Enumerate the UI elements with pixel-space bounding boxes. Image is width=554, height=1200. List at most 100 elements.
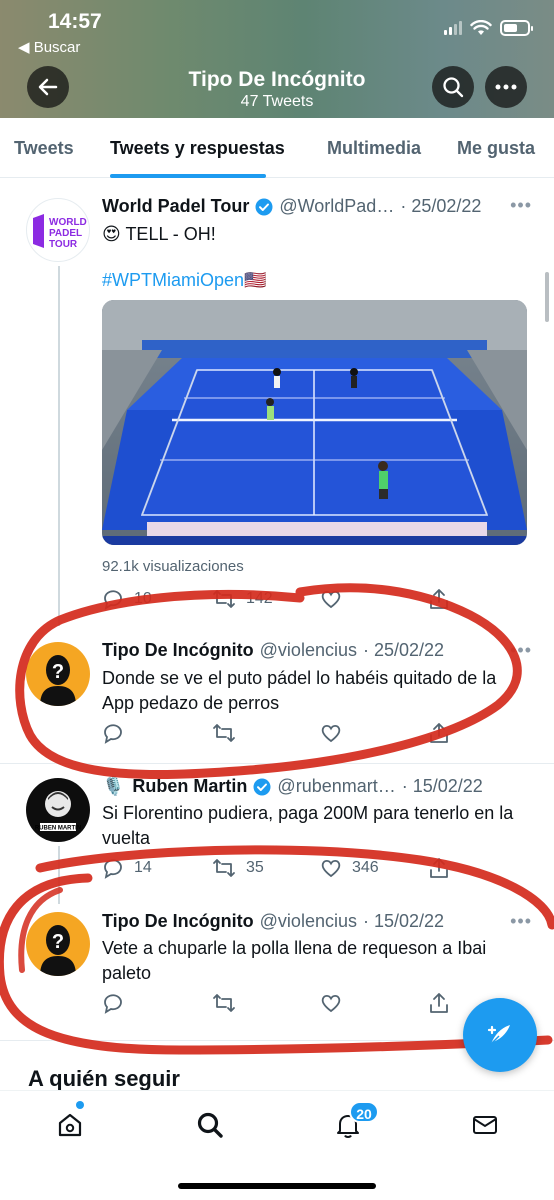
heart-icon [321, 590, 341, 609]
author-handle[interactable]: @violencius [260, 911, 357, 932]
share-icon [430, 858, 448, 878]
status-icons [444, 20, 533, 36]
reply-button[interactable]: 14 [102, 857, 152, 879]
search-icon [443, 77, 464, 98]
tweet-date[interactable]: · 15/02/22 [363, 911, 444, 932]
tweet-hashtag[interactable]: #WPTMiamiOpen🇺🇸 [102, 268, 532, 293]
tweet-date[interactable]: · 25/02/22 [400, 196, 481, 217]
like-button[interactable]: 346 [320, 857, 379, 879]
incognito-silhouette-icon: ? [40, 655, 76, 706]
author-handle[interactable]: @WorldPad… [279, 196, 394, 217]
tweet-divider [0, 763, 554, 764]
avatar-incognito[interactable]: ? [26, 642, 90, 706]
search-icon [197, 1112, 223, 1138]
avatar-ruben-martin[interactable]: RUBEN MARTIN [26, 778, 90, 842]
tweet-video-thumbnail[interactable] [102, 300, 527, 545]
tweet-text: Si Florentino pudiera, paga 200M para te… [102, 803, 514, 848]
avatar-world-padel-tour[interactable]: WORLD PADEL TOUR [26, 198, 90, 262]
tweet-actions: 10 142 [102, 588, 526, 612]
author-handle[interactable]: @violencius [260, 640, 357, 661]
reply-icon [104, 724, 122, 744]
svg-text:TOUR: TOUR [49, 239, 78, 250]
tweet-text: Vete a chuparle la polla llena de reques… [102, 938, 487, 983]
tweet-actions: 14 35 346 [102, 857, 526, 881]
thread-line [58, 266, 60, 626]
signal-icon [444, 21, 462, 35]
tweet-more-icon[interactable]: ••• [510, 911, 532, 932]
reply-icon [104, 994, 122, 1014]
tweet-actions [102, 992, 526, 1016]
mail-icon [473, 1116, 497, 1134]
share-button[interactable] [428, 857, 450, 879]
search-button[interactable] [432, 66, 474, 108]
reply-icon [104, 859, 122, 879]
retweet-icon [213, 994, 235, 1012]
back-to-search-link[interactable]: ◀ Buscar [18, 38, 80, 56]
like-button[interactable] [320, 992, 342, 1014]
retweet-button[interactable] [212, 992, 236, 1014]
profile-header: 14:57 ◀ Buscar Tipo De Incógnito 47 Twee… [0, 0, 554, 118]
retweet-button[interactable]: 142 [212, 588, 273, 610]
compose-tweet-button[interactable] [463, 998, 537, 1072]
compose-feather-icon [487, 1025, 510, 1045]
tweet-date[interactable]: · 15/02/22 [402, 776, 483, 797]
reply-button[interactable] [102, 992, 124, 1014]
tab-likes[interactable]: Me gusta [457, 138, 535, 159]
more-horizontal-icon [495, 84, 517, 90]
home-new-content-dot [76, 1101, 84, 1109]
like-button[interactable] [320, 588, 342, 610]
verified-badge-icon [255, 198, 273, 215]
tweet-text: 😍 TELL - OH! [102, 224, 216, 244]
reply-button[interactable]: 10 [102, 588, 152, 610]
share-button[interactable] [428, 992, 450, 1014]
wifi-icon [470, 20, 492, 35]
heart-icon [321, 859, 341, 878]
tweet-more-icon[interactable]: ••• [510, 640, 532, 661]
retweet-count: 35 [246, 859, 264, 876]
tweet-header: Tipo De Incógnito @violencius · 25/02/22 [102, 640, 534, 661]
tweet-header: Tipo De Incógnito @violencius · 15/02/22 [102, 911, 534, 932]
world-padel-tour-logo: WORLD PADEL TOUR [33, 214, 87, 250]
tweet-more-icon[interactable]: ••• [510, 195, 532, 216]
tweet-date[interactable]: · 25/02/22 [363, 640, 444, 661]
retweet-button[interactable] [212, 722, 236, 744]
like-button[interactable] [320, 722, 342, 744]
profile-tabs: Tweets Tweets y respuestas Multimedia Me… [0, 118, 554, 178]
nav-messages[interactable] [465, 1105, 505, 1145]
battery-icon [500, 20, 533, 36]
retweet-icon [213, 859, 235, 877]
nav-home[interactable] [50, 1105, 90, 1145]
retweet-icon [213, 590, 235, 608]
microphone-emoji-icon: 🎙️ [102, 776, 125, 796]
tab-media[interactable]: Multimedia [327, 138, 421, 159]
more-options-button[interactable] [485, 66, 527, 108]
author-name[interactable]: Tipo De Incógnito [102, 911, 254, 932]
share-icon [430, 723, 448, 743]
avatar-incognito[interactable]: ? [26, 912, 90, 976]
tweet-header: World Padel Tour @WorldPad… · 25/02/22 [102, 196, 534, 217]
svg-text:PADEL: PADEL [49, 228, 82, 239]
author-name[interactable]: Ruben Martin [132, 776, 247, 797]
svg-text:WORLD: WORLD [49, 217, 87, 228]
tweet-actions [102, 722, 526, 746]
notifications-count-badge: 20 [349, 1101, 379, 1123]
nav-search[interactable] [190, 1105, 230, 1145]
home-icon [58, 1113, 82, 1137]
retweet-button[interactable]: 35 [212, 857, 264, 879]
reply-icon [104, 590, 122, 610]
incognito-silhouette-icon: ? [40, 925, 76, 976]
tab-tweets-and-replies[interactable]: Tweets y respuestas [110, 138, 285, 159]
heart-icon [321, 724, 341, 743]
share-button[interactable] [428, 722, 450, 744]
tab-tweets[interactable]: Tweets [14, 138, 74, 159]
tweet-header: 🎙️ Ruben Martin @rubenmart… · 15/02/22 [102, 776, 534, 797]
who-to-follow-heading: A quién seguir [28, 1066, 180, 1091]
home-indicator[interactable] [178, 1183, 376, 1189]
reply-count: 10 [134, 590, 152, 607]
share-button[interactable] [428, 588, 450, 610]
author-name[interactable]: Tipo De Incógnito [102, 640, 254, 661]
scrollbar[interactable] [545, 272, 549, 322]
author-handle[interactable]: @rubenmart… [277, 776, 395, 797]
reply-button[interactable] [102, 722, 124, 744]
author-name[interactable]: World Padel Tour [102, 196, 249, 217]
